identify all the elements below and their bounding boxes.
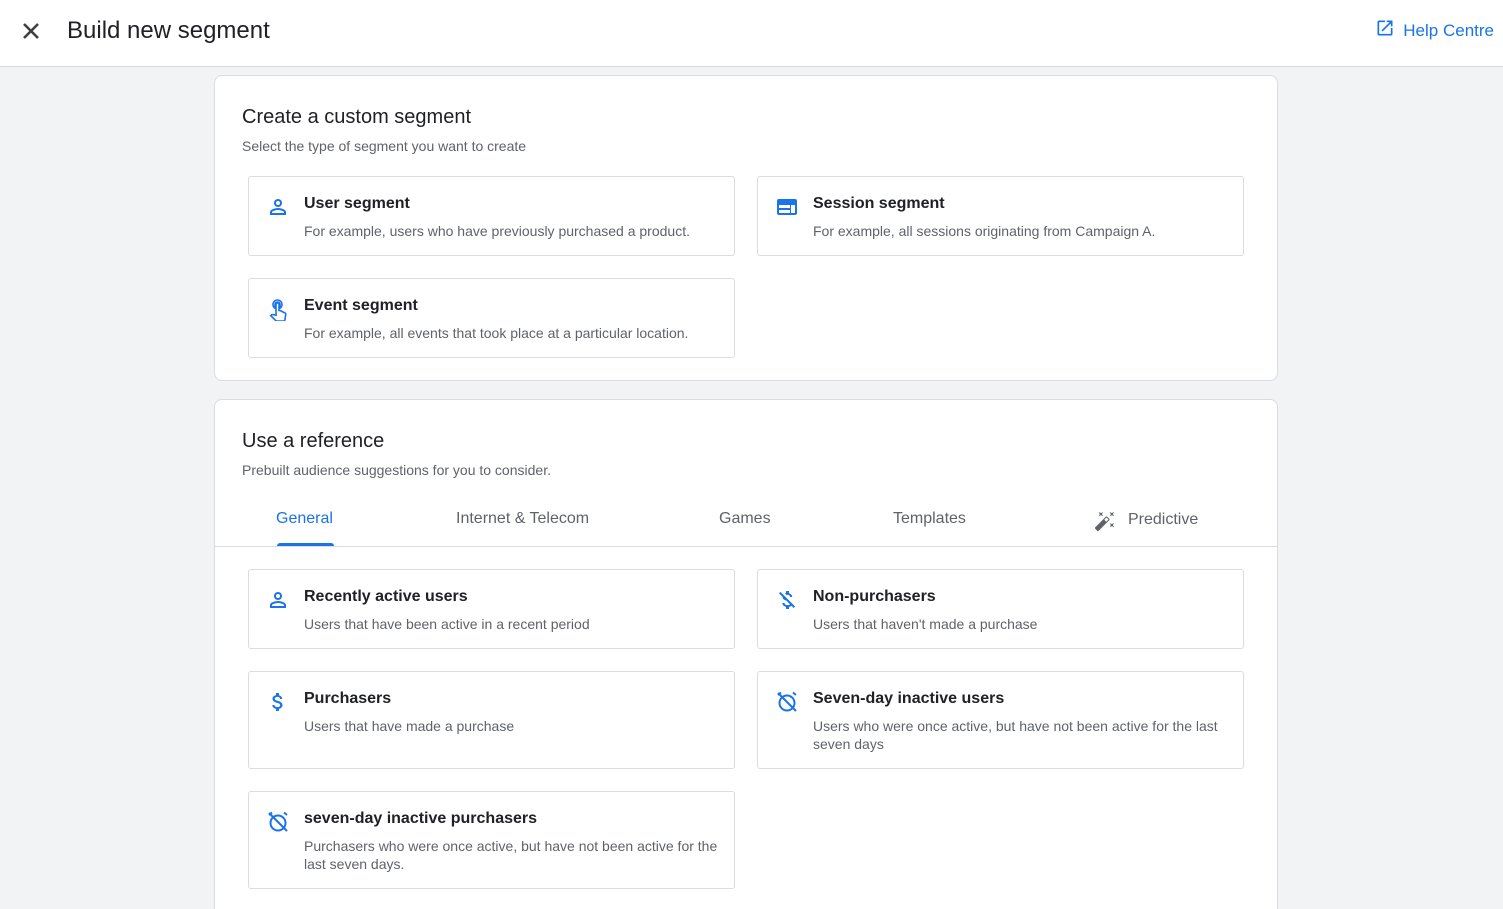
tab-internet-telecom[interactable]: Internet & Telecom xyxy=(456,510,589,528)
option-description: For example, all sessions originating fr… xyxy=(813,223,1156,239)
help-centre-label: Help Centre xyxy=(1403,20,1494,40)
tab-general[interactable]: General xyxy=(276,510,333,528)
option-title: Event segment xyxy=(304,297,418,314)
open-in-new-icon xyxy=(1375,18,1395,43)
page-title: Build new segment xyxy=(67,17,270,44)
custom-segment-title: Create a custom segment xyxy=(242,106,471,128)
option-description: For example, all events that took place … xyxy=(304,325,689,341)
option-description: Users who were once active, but have not… xyxy=(813,718,1218,752)
session-segment-option[interactable]: Session segment For example, all session… xyxy=(757,176,1244,256)
option-title: Non-purchasers xyxy=(813,588,936,605)
non-purchasers-option[interactable]: Non-purchasers Users that haven't made a… xyxy=(757,569,1244,649)
top-bar: Build new segment Help Centre xyxy=(0,0,1503,67)
reference-tabs: General Internet & Telecom Games Templat… xyxy=(215,500,1277,547)
alarm-off-icon xyxy=(775,690,799,714)
custom-segment-subtitle: Select the type of segment you want to c… xyxy=(242,138,527,154)
reference-card: Use a reference Prebuilt audience sugges… xyxy=(214,399,1278,909)
purchasers-option[interactable]: Purchasers Users that have made a purcha… xyxy=(248,671,735,769)
seven-day-inactive-users-option[interactable]: Seven-day inactive users Users who were … xyxy=(757,671,1244,769)
reference-title: Use a reference xyxy=(242,430,385,452)
alarm-off-icon xyxy=(266,810,290,834)
seven-day-inactive-purchasers-option[interactable]: seven-day inactive purchasers Purchasers… xyxy=(248,791,735,889)
recently-active-users-option[interactable]: Recently active users Users that have be… xyxy=(248,569,735,649)
option-title: Purchasers xyxy=(304,690,392,707)
help-centre-link[interactable]: Help Centre xyxy=(1375,18,1494,43)
magic-wand-icon xyxy=(1094,502,1116,537)
close-icon[interactable] xyxy=(17,17,45,45)
reference-subtitle: Prebuilt audience suggestions for you to… xyxy=(242,462,551,478)
user-segment-option[interactable]: User segment For example, users who have… xyxy=(248,176,735,256)
option-title: Session segment xyxy=(813,195,945,212)
option-description: Users that have been active in a recent … xyxy=(304,616,590,632)
tab-games[interactable]: Games xyxy=(719,510,771,528)
tab-predictive[interactable]: Predictive xyxy=(1094,502,1198,537)
tab-predictive-label: Predictive xyxy=(1128,510,1199,528)
money-off-icon xyxy=(775,588,799,612)
dollar-icon xyxy=(266,690,290,714)
event-segment-option[interactable]: Event segment For example, all events th… xyxy=(248,278,735,358)
option-description: Purchasers who were once active, but hav… xyxy=(304,838,718,872)
active-tab-indicator xyxy=(277,543,334,546)
person-icon xyxy=(266,195,290,219)
touch-icon xyxy=(266,297,290,322)
option-title: seven-day inactive purchasers xyxy=(304,810,538,827)
option-description: Users that have made a purchase xyxy=(304,718,515,734)
custom-segment-card: Create a custom segment Select the type … xyxy=(214,75,1278,381)
option-description: Users that haven't made a purchase xyxy=(813,616,1038,632)
option-title: Seven-day inactive users xyxy=(813,690,1005,707)
option-title: Recently active users xyxy=(304,588,468,605)
session-icon xyxy=(775,195,799,219)
person-icon xyxy=(266,588,290,612)
tab-templates[interactable]: Templates xyxy=(893,510,966,528)
option-title: User segment xyxy=(304,195,410,212)
option-description: For example, users who have previously p… xyxy=(304,223,690,239)
